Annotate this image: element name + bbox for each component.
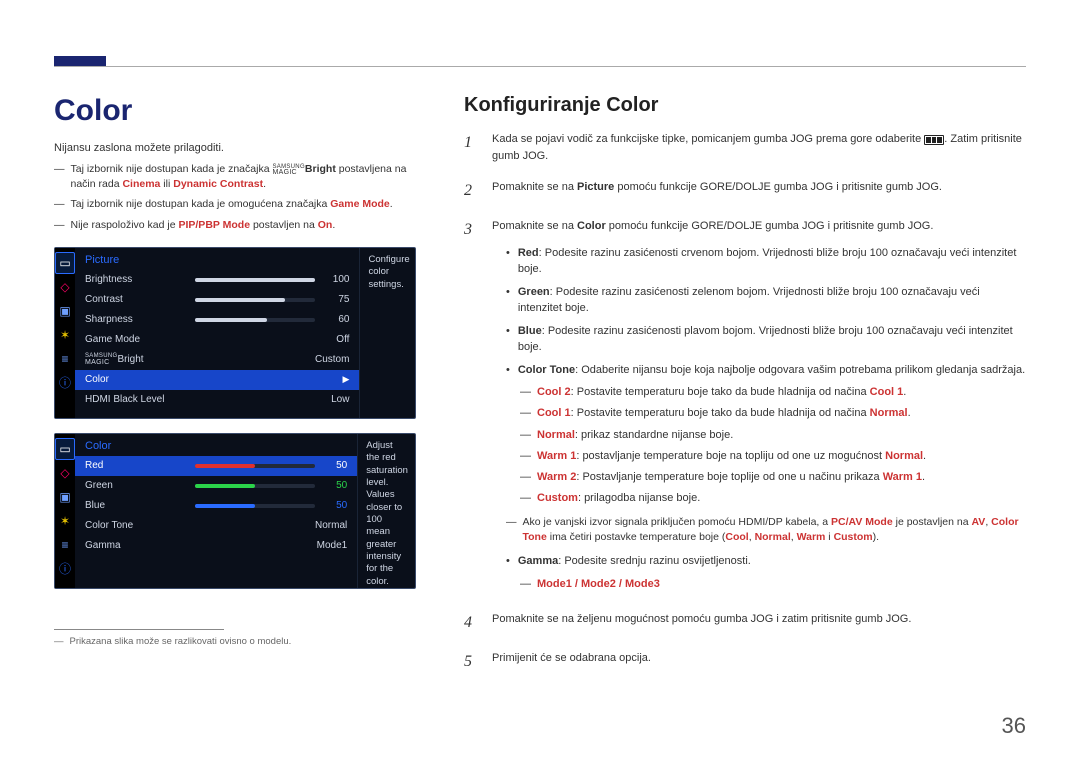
osd-row: GammaMode1 [75,536,357,556]
jog-menu-icon [924,135,944,145]
picture-icon: ◇ [55,276,75,298]
osd-row: SAMSUNGMAGICBrightCustom [75,350,359,370]
osd-title: Picture [75,254,359,270]
settings-icon: ✶ [55,324,75,346]
osd-picture: ▭ ◇ ▣ ✶ ≡ ⓘ Picture Brightness100Contras… [54,247,416,419]
osd-help-text: Adjust the red saturation level. Values … [357,434,416,588]
top-tab [54,56,106,66]
page-number: 36 [1002,713,1026,739]
page-root: Color Nijansu zaslona možete prilagoditi… [0,0,1080,763]
top-rule [54,66,1026,67]
osd-row: Red50 [75,456,357,476]
osd-color: ▭ ◇ ▣ ✶ ≡ ⓘ Color Red50Green50Blue50Colo… [54,433,416,589]
monitor-icon: ▭ [55,252,75,274]
osd-help-text: Configure color settings. [359,248,417,418]
sub-item: ―Warm 1: postavljanje temperature boje n… [520,448,1026,465]
osd-row: Green50 [75,476,357,496]
bullet-item: •Green: Podesite razinu zasićenosti zele… [492,284,1026,317]
right-column: Konfiguriranje Color 1 Kada se pojavi vo… [464,94,1026,688]
bullet-item: •Blue: Podesite razinu zasićenosti plavo… [492,323,1026,356]
step-3: 3 Pomaknite se na Color pomoću funkcije … [464,218,1026,597]
monitor-icon: ▭ [55,438,75,460]
osd-row: Game ModeOff [75,330,359,350]
step-2: 2 Pomaknite se na Picture pomoću funkcij… [464,179,1026,204]
sub-item: ―Custom: prilagodba nijanse boje. [520,490,1026,507]
bullet-item: •Color Tone: Odaberite nijansu boje koja… [492,362,1026,379]
intro-text: Nijansu zaslona možete prilagoditi. [54,142,428,154]
info-icon: ⓘ [55,558,75,580]
osd-row: Color▶ [75,370,359,390]
footnote-rule [54,629,224,630]
left-column: Color Nijansu zaslona možete prilagoditi… [54,94,428,688]
sub-item: ―Warm 2: Postavljanje temperature boje t… [520,469,1026,486]
sub-item: ―Cool 1: Postavite temperaturu boje tako… [520,405,1026,422]
sub-item: ―Cool 2: Postavite temperaturu boje tako… [520,384,1026,401]
osd-row: HDMI Black LevelLow [75,390,359,410]
step-4: 4 Pomaknite se na željenu mogućnost pomo… [464,611,1026,636]
bullet-item: •Red: Podesite razinu zasićenosti crveno… [492,245,1026,278]
osd-row: Blue50 [75,496,357,516]
osd-title: Color [75,440,357,456]
picture-icon: ◇ [55,462,75,484]
pip-icon: ▣ [55,486,75,508]
osd-row: Contrast75 [75,290,359,310]
settings-icon: ✶ [55,510,75,532]
step-5: 5 Primijenit će se odabrana opcija. [464,650,1026,675]
pip-icon: ▣ [55,300,75,322]
options-icon: ≡ [55,534,75,556]
osd-row: Color ToneNormal [75,516,357,536]
osd-row: Brightness100 [75,270,359,290]
info-icon: ⓘ [55,372,75,394]
step-1: 1 Kada se pojavi vodič za funkcijske tip… [464,131,1026,165]
sub-item: ―Normal: prikaz standardne nijanse boje. [520,427,1026,444]
options-icon: ≡ [55,348,75,370]
footnote: ―Prikazana slika može se razlikovati ovi… [54,636,428,647]
config-title: Konfiguriranje Color [464,94,1026,117]
notes-list: ― Taj izbornik nije dostupan kada je zna… [54,162,428,233]
osd-row: Sharpness60 [75,310,359,330]
section-title: Color [54,94,428,128]
